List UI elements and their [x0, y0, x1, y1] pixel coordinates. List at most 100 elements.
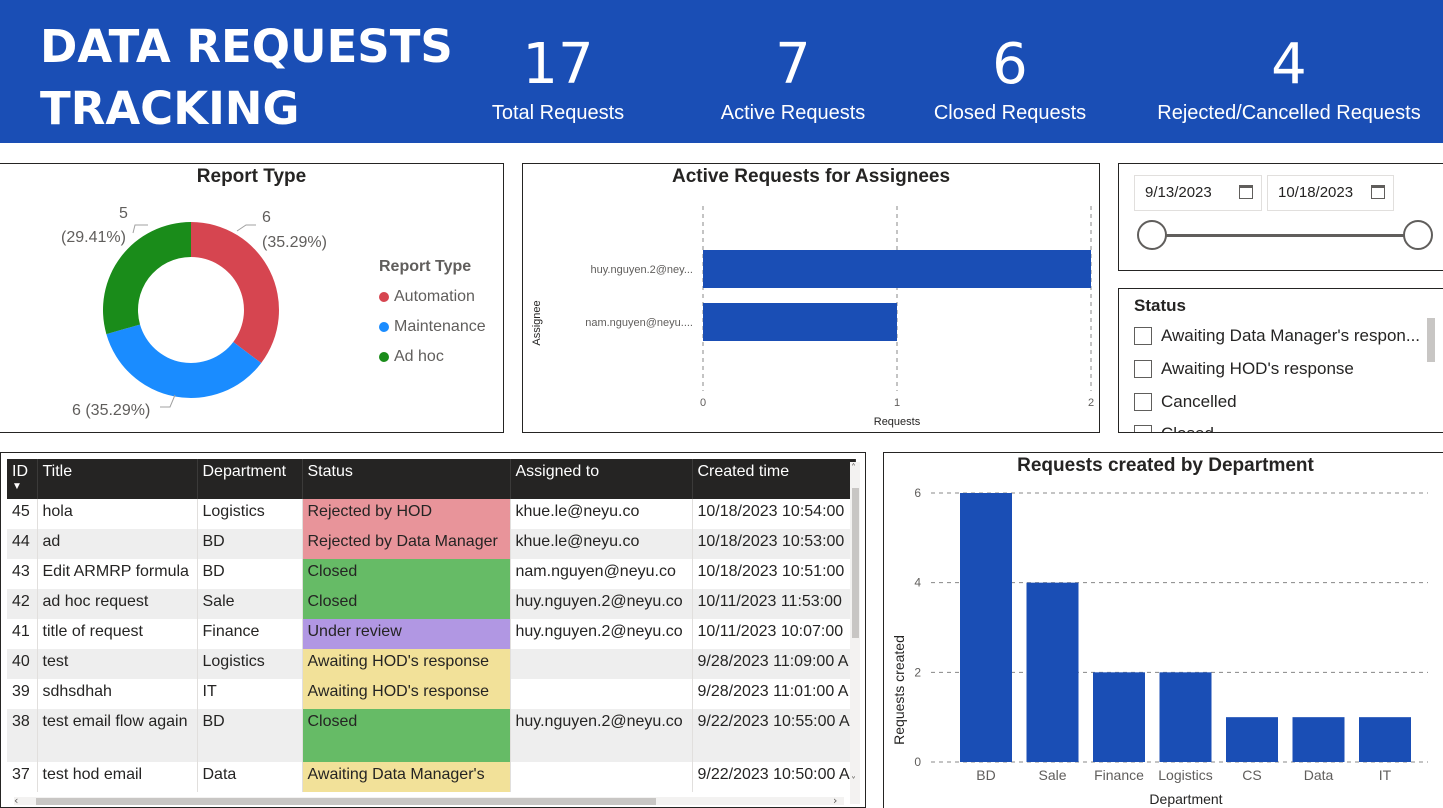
column-header-title[interactable]: Title — [37, 459, 198, 499]
y-axis-title: Requests created — [891, 635, 907, 745]
status-slicer-list[interactable]: Awaiting Data Manager's respon... Awaiti… — [1119, 314, 1433, 432]
cell-status: Closed — [302, 709, 511, 762]
cell-status: Under review — [302, 619, 511, 649]
start-date-input[interactable]: 9/13/2023 — [1134, 175, 1262, 211]
table-vertical-scroll-thumb[interactable] — [852, 488, 859, 638]
assignee-bar[interactable] — [703, 250, 1091, 288]
cell-department: Data — [197, 762, 303, 792]
status-option-label: Awaiting HOD's response — [1161, 359, 1354, 378]
cell-assigned-to: khue.le@neyu.co — [510, 499, 693, 529]
callout-adhoc-pct: (29.41%) — [61, 229, 126, 246]
table-horizontal-scroll-thumb[interactable] — [36, 798, 656, 805]
date-slider-end-handle[interactable] — [1403, 220, 1433, 250]
table-header-row: ID ▼ Title Department Status Assigned to … — [7, 459, 856, 499]
legend-label: Maintenance — [394, 318, 486, 335]
cell-department: Logistics — [197, 499, 303, 529]
column-header-status[interactable]: Status — [302, 459, 511, 499]
table-row[interactable]: 44 ad BD Rejected by Data Manager khue.le@ne… — [7, 529, 856, 559]
cell-status: Closed — [302, 559, 511, 589]
department-bar[interactable] — [1026, 582, 1079, 762]
legend-item-maintenance[interactable]: Maintenance — [379, 312, 486, 342]
cell-created-time: 9/28/2023 11:09:00 A — [692, 649, 856, 679]
calendar-icon[interactable] — [1239, 185, 1253, 199]
cell-status: Rejected by HOD — [302, 499, 511, 529]
legend-title: Report Type — [379, 258, 472, 275]
report-type-legend: Report Type Automation Maintenance Ad ho… — [379, 258, 486, 372]
end-date-input[interactable]: 10/18/2023 — [1267, 175, 1394, 211]
cell-created-time: 9/22/2023 10:50:00 A — [692, 762, 856, 792]
table-row[interactable]: 40 test Logistics Awaiting HOD's response 9/… — [7, 649, 856, 679]
table-row[interactable]: 38 test email flow again BD Closed huy.nguye… — [7, 709, 856, 762]
requests-table-panel[interactable]: ID ▼ Title Department Status Assigned to … — [0, 452, 866, 808]
scroll-up-icon[interactable]: ˄ — [851, 463, 856, 474]
cell-title: ad — [37, 529, 198, 559]
cell-title: hola — [37, 499, 198, 529]
assignees-bar-chart[interactable]: Assignee Requests 0 1 2 huy.nguyen.2@ney...… — [522, 163, 1100, 433]
assignee-bar[interactable] — [703, 303, 897, 341]
status-option-cancelled[interactable]: Cancelled — [1134, 392, 1237, 412]
department-bar[interactable] — [1292, 717, 1345, 762]
cell-created-time: 10/18/2023 10:53:00 — [692, 529, 856, 559]
kpi-total-requests: 17 Total Requests — [478, 30, 638, 126]
department-bar[interactable] — [1159, 672, 1212, 762]
scroll-right-icon[interactable]: › — [833, 794, 837, 807]
department-bar[interactable] — [1359, 717, 1411, 762]
cell-id: 41 — [7, 619, 38, 649]
cell-created-time: 10/18/2023 10:51:00 — [692, 559, 856, 589]
table-row[interactable]: 45 hola Logistics Rejected by HOD khue.le@ne… — [7, 499, 856, 529]
table-row[interactable]: 39 sdhsdhah IT Awaiting HOD's response 9/28/… — [7, 679, 856, 709]
sort-descending-icon[interactable]: ▼ — [12, 482, 32, 492]
callout-adhoc-count: 5 — [119, 205, 128, 222]
y-tick-label: nam.nguyen@neyu.... — [585, 317, 693, 329]
calendar-icon[interactable] — [1371, 185, 1385, 199]
column-header-created-time[interactable]: Created time — [692, 459, 856, 499]
callout-line-adhoc — [132, 224, 148, 234]
status-option-label: Closed — [1161, 424, 1214, 432]
scroll-left-icon[interactable]: ‹ — [14, 794, 18, 807]
table-row[interactable]: 43 Edit ARMRP formula BD Closed nam.nguyen@n… — [7, 559, 856, 589]
department-bar-chart[interactable]: Requests created Department 0 2 4 6 BD Sale Fi… — [883, 452, 1443, 808]
checkbox[interactable] — [1134, 327, 1152, 345]
checkbox[interactable] — [1134, 360, 1152, 378]
column-header-assigned-to[interactable]: Assigned to — [510, 459, 693, 499]
x-axis-title: Requests — [874, 416, 921, 428]
cell-department: BD — [197, 559, 303, 589]
y-tick-label: 6 — [914, 486, 921, 500]
table-row[interactable]: 42 ad hoc request Sale Closed huy.nguyen.2@n… — [7, 589, 856, 619]
status-option-awaiting-dm[interactable]: Awaiting Data Manager's respon... — [1134, 326, 1420, 346]
status-option-awaiting-hod[interactable]: Awaiting HOD's response — [1134, 359, 1354, 379]
date-slider-track[interactable] — [1151, 234, 1418, 237]
table-row[interactable]: 37 test hod email Data Awaiting Data Manage… — [7, 762, 856, 792]
kpi-closed-requests: 6 Closed Requests — [920, 30, 1100, 126]
department-bar[interactable] — [960, 493, 1012, 762]
column-header-id[interactable]: ID ▼ — [7, 459, 38, 499]
legend-item-adhoc[interactable]: Ad hoc — [379, 342, 486, 372]
checkbox[interactable] — [1134, 393, 1152, 411]
cell-status: Rejected by Data Manager — [302, 529, 511, 559]
cell-title: sdhsdhah — [37, 679, 198, 709]
status-option-closed[interactable]: Closed — [1134, 424, 1214, 432]
legend-item-automation[interactable]: Automation — [379, 282, 486, 312]
cell-id: 45 — [7, 499, 38, 529]
checkbox[interactable] — [1134, 425, 1152, 432]
scroll-down-icon[interactable]: ˅ — [851, 776, 856, 787]
cell-id: 44 — [7, 529, 38, 559]
legend-dot — [379, 322, 389, 332]
department-bar[interactable] — [1226, 717, 1278, 762]
legend-dot — [379, 352, 389, 362]
kpi-value: 4 — [1271, 32, 1307, 97]
cell-created-time: 10/18/2023 10:54:00 — [692, 499, 856, 529]
date-slider-start-handle[interactable] — [1137, 220, 1167, 250]
column-header-department[interactable]: Department — [197, 459, 303, 499]
cell-title: Edit ARMRP formula — [37, 559, 198, 589]
cell-status: Awaiting HOD's response — [302, 679, 511, 709]
callout-automation-count: 6 — [262, 209, 271, 226]
kpi-label: Total Requests — [491, 102, 625, 124]
cell-assigned-to — [510, 649, 693, 679]
cell-title: test email flow again — [37, 709, 198, 762]
status-slicer-scrollbar[interactable] — [1427, 318, 1435, 362]
table-row[interactable]: 41 title of request Finance Under review huy… — [7, 619, 856, 649]
callout-automation-pct: (35.29%) — [262, 234, 327, 251]
department-bar[interactable] — [1093, 672, 1145, 762]
cell-department: Sale — [197, 589, 303, 619]
